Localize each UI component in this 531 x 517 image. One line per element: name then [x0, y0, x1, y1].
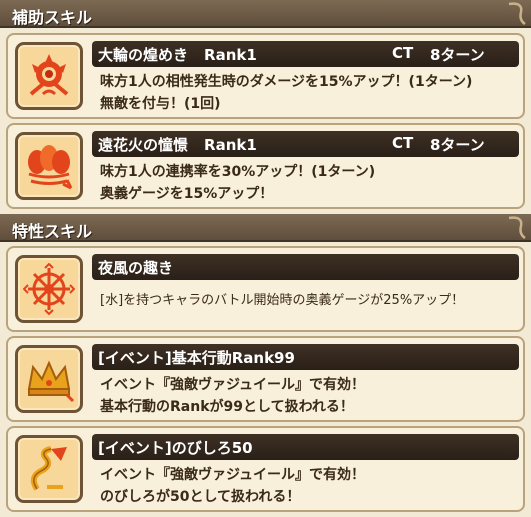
skill-card[interactable]: 大輪の煌めき Rank1 CT 8ターン 味方1人の相性発生時のダメージを15%ア…	[6, 33, 525, 119]
skill-title-bar: 遠花火の憧憬 Rank1 CT 8ターン	[92, 131, 519, 157]
skill-card[interactable]: 夜風の趣き [水]を持つキャラのバトル開始時の奥義ゲージが25%アップ！	[6, 246, 525, 332]
crown-icon	[27, 360, 75, 403]
skill-ct-label: CT	[392, 44, 414, 62]
trait-skills-title: 特性スキル	[12, 222, 93, 241]
skill-description: 味方1人の相性発生時のダメージを15%アップ！(1ターン) 無敵を付与！(1回)	[100, 71, 517, 115]
skill-title-bar: 大輪の煌めき Rank1 CT 8ターン	[92, 41, 519, 67]
skill-name: [イベント]のびしろ50	[98, 439, 253, 457]
spiral-arrow-icon	[30, 446, 67, 491]
skill-icon-frame	[15, 42, 83, 110]
skill-icon-frame	[15, 435, 83, 503]
skill-cooldown: 8ターン	[430, 136, 485, 154]
skill-title-bar: 夜風の趣き	[92, 254, 519, 280]
skill-description: イベント『強敵ヴァジュイール』で有効！ のびしろが50として扱われる！	[100, 464, 517, 508]
ornament-icon	[508, 216, 526, 240]
trait-skills-header: 特性スキル	[0, 214, 531, 242]
support-skills-header: 補助スキル	[0, 0, 531, 28]
description-line: イベント『強敵ヴァジュイール』で有効！	[100, 377, 366, 393]
skill-icon-frame	[15, 255, 83, 323]
skill-description: イベント『強敵ヴァジュイール』で有効！ 基本行動のRankが99として扱われる！	[100, 374, 517, 418]
skill-card[interactable]: [イベント]のびしろ50 イベント『強敵ヴァジュイール』で有効！ のびしろが50…	[6, 426, 525, 512]
skill-rank: Rank1	[204, 46, 257, 64]
skill-name: [イベント]基本行動Rank99	[98, 349, 295, 367]
skill-icon-frame	[15, 345, 83, 413]
bloom-burst-icon	[28, 145, 73, 190]
description-line: イベント『強敵ヴァジュイール』で有効！	[100, 467, 366, 483]
skill-description: 味方1人の連携率を30%アップ！(1ターン) 奥義ゲージを15%アップ！	[100, 161, 517, 205]
skill-card[interactable]: [イベント]基本行動Rank99 イベント『強敵ヴァジュイール』で有効！ 基本行…	[6, 336, 525, 422]
description-line: [水]を持つキャラのバトル開始時の奥義ゲージが25%アップ！	[100, 293, 465, 308]
skill-description: [水]を持つキャラのバトル開始時の奥義ゲージが25%アップ！	[100, 290, 517, 312]
skill-name: 遠花火の憧憬	[98, 136, 189, 154]
skill-card[interactable]: 遠花火の憧憬 Rank1 CT 8ターン 味方1人の連携率を30%アップ！(1ター…	[6, 123, 525, 209]
skill-name: 大輪の煌めき	[98, 46, 189, 64]
description-line: 奥義ゲージを15%アップ！	[100, 186, 274, 202]
skill-icon-frame	[15, 132, 83, 200]
support-skills-title: 補助スキル	[12, 8, 93, 27]
description-line: 味方1人の相性発生時のダメージを15%アップ！(1ターン)	[100, 74, 473, 90]
skill-panel: 補助スキル 大輪の煌めき Rank1 CT 8ターン 味方1人の相性発生時のダメ…	[0, 0, 531, 517]
skill-name: 夜風の趣き	[98, 259, 174, 277]
description-line: 無敵を付与！(1回)	[100, 96, 221, 112]
skill-rank: Rank1	[204, 136, 257, 154]
ornament-icon	[508, 2, 526, 26]
firework-flower-icon	[29, 54, 69, 96]
description-line: のびしろが50として扱われる！	[100, 489, 301, 505]
skill-title-bar: [イベント]基本行動Rank99	[92, 344, 519, 370]
skill-title-bar: [イベント]のびしろ50	[92, 434, 519, 460]
skill-ct-label: CT	[392, 134, 414, 152]
snowflake-wheel-icon	[23, 263, 75, 315]
description-line: 味方1人の連携率を30%アップ！(1ターン)	[100, 164, 376, 180]
description-line: 基本行動のRankが99として扱われる！	[100, 399, 354, 415]
skill-cooldown: 8ターン	[430, 46, 485, 64]
